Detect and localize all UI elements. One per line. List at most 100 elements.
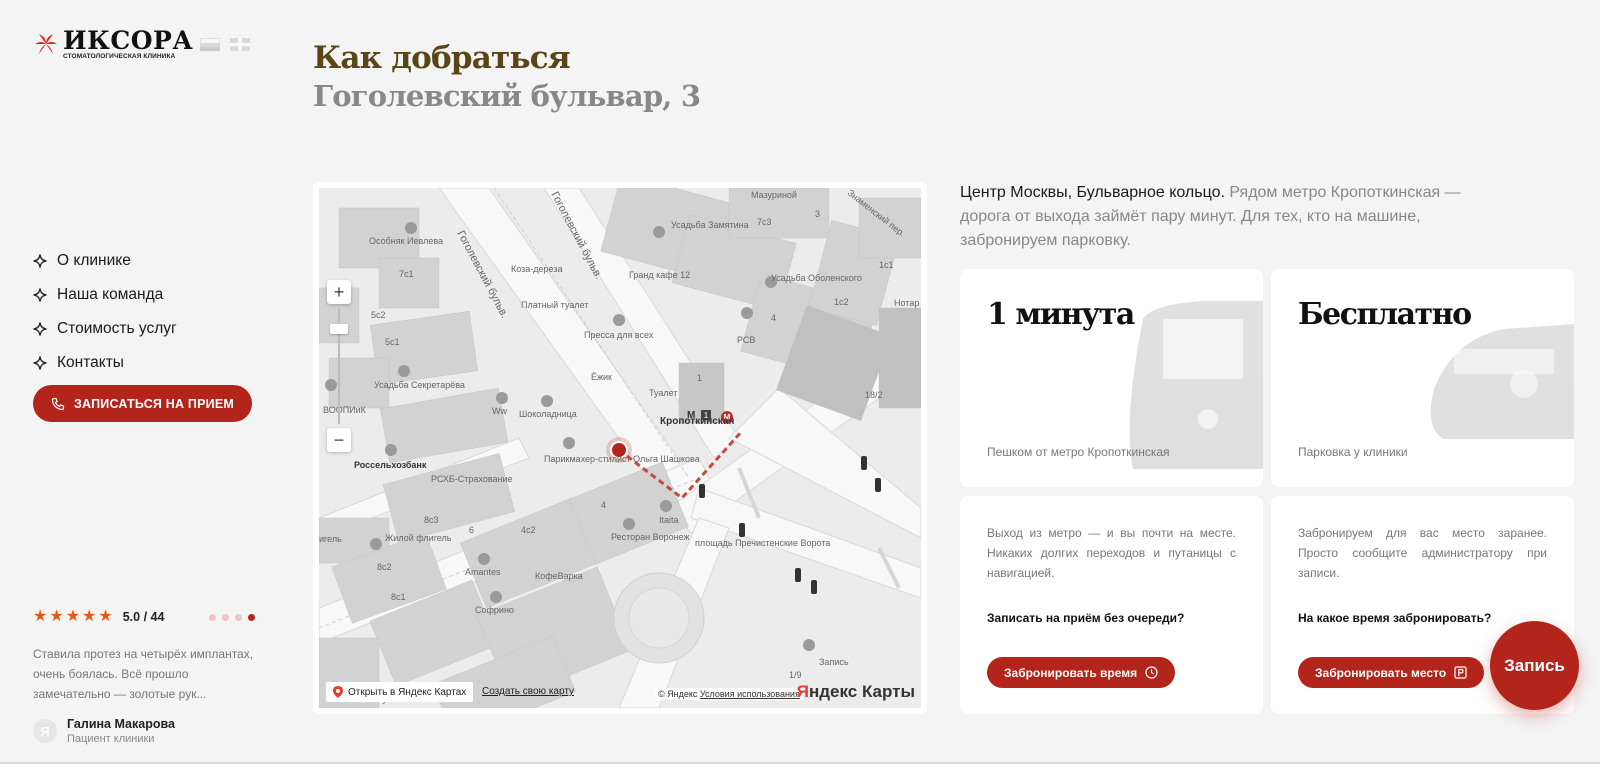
book-appointment-button[interactable]: ЗАПИСАТЬСЯ НА ПРИЕМ <box>33 385 252 422</box>
map-label: 5с2 <box>371 310 386 320</box>
map-label: Шоколадница <box>519 409 577 419</box>
map-label: Гранд кафе 12 <box>629 270 690 280</box>
parking-card: Бесплатно Парковка у клиники <box>1271 269 1574 487</box>
zoom-slider-handle[interactable] <box>330 324 348 334</box>
copyright-text: © Яндекс <box>658 689 698 699</box>
map-zoom-control: + − <box>327 280 351 452</box>
sparkle-icon <box>33 322 47 336</box>
zoom-slider[interactable] <box>330 308 348 424</box>
metro-booking-card: Выход из метро — и вы почти на месте. Ни… <box>960 496 1263 714</box>
map-label: 4с2 <box>521 525 536 535</box>
map-label: 1с1 <box>879 260 894 270</box>
star-icon: ★ <box>65 608 81 625</box>
open-in-yandex-maps-link[interactable]: Открыть в Яндекс Картах <box>326 682 474 702</box>
nav-item-contacts[interactable]: Контакты <box>33 346 177 380</box>
parking-price: Бесплатно <box>1298 297 1472 332</box>
address-subtitle: Гоголевский бульвар, 3 <box>313 79 701 113</box>
map-label: Пресса для всех <box>584 330 654 340</box>
sparkle-icon <box>33 288 47 302</box>
nav-item-team[interactable]: Наша команда <box>33 278 177 312</box>
map-label: 4 <box>601 500 606 510</box>
yandex-logo-letter: Я <box>796 682 809 701</box>
yandex-maps-logo: Яндекс Карты <box>797 682 915 702</box>
flag-ru-icon[interactable] <box>200 38 220 51</box>
map-label: Платный туалет <box>521 300 588 310</box>
nav-item-label: Контакты <box>57 354 124 371</box>
terms-link[interactable]: Условия использования <box>700 689 800 699</box>
map-label: Жилой флигель <box>385 533 452 543</box>
zoom-in-button[interactable]: + <box>327 280 351 304</box>
map-label: Туалет <box>649 388 677 398</box>
nav-item-prices[interactable]: Стоимость услуг <box>33 312 177 346</box>
map-label: КофеВарка <box>535 571 583 581</box>
metro-train-image <box>1129 301 1263 469</box>
map-label: 8с1 <box>391 592 406 602</box>
sparkle-icon <box>33 254 47 268</box>
review-pagination <box>209 613 255 621</box>
map-label: игель <box>319 534 342 544</box>
metro-description: Выход из метро — и вы почти на месте. Ни… <box>987 526 1236 580</box>
flag-en-icon[interactable] <box>230 38 250 51</box>
book-appointment-label: ЗАПИСАТЬСЯ НА ПРИЕМ <box>74 396 234 411</box>
open-in-yandex-maps-label: Открыть в Яндекс Картах <box>348 686 467 698</box>
logo[interactable]: ИКСОРА СТОМАТОЛОГИЧЕСКАЯ КЛИНИКА <box>33 28 193 61</box>
map-pin-icon <box>333 686 343 698</box>
page-title: Как добраться <box>313 40 571 76</box>
map-label: Запись <box>819 657 849 667</box>
book-parking-label: Забронировать место <box>1315 665 1447 680</box>
reviewer-role: Пациент клиники <box>67 733 155 745</box>
map-canvas[interactable]: М 1 М Гоголевский бульв. Гоголевский бул… <box>319 188 921 708</box>
map-label: Парикмахер-стилист Ольга Шашкова <box>544 454 700 464</box>
map-label: 8с2 <box>377 562 392 572</box>
map-label: Усадьба Оболенского <box>771 273 862 283</box>
logo-subtitle: СТОМАТОЛОГИЧЕСКАЯ КЛИНИКА <box>63 53 176 60</box>
map-copyright: © Яндекс Условия использования <box>655 688 803 700</box>
map-label: Усадьба Замятина <box>671 220 749 230</box>
map-label: РСХБ-Страхование <box>431 474 513 484</box>
zoom-out-button[interactable]: − <box>327 428 351 452</box>
rating-value: 5.0 / 44 <box>122 610 165 624</box>
map-label: 1с2 <box>834 297 849 307</box>
pagination-dot-active[interactable] <box>248 613 255 621</box>
star-icon: ★ <box>49 608 64 625</box>
book-time-button[interactable]: Забронировать время <box>987 657 1176 688</box>
review-widget: ★ ★ ★ ★ ★ 5.0 / 44 Ставила протез на чет… <box>33 609 255 745</box>
map-label: площадь Пречистенские Ворота <box>695 538 830 548</box>
nav-item-label: Стоимость услуг <box>57 320 177 337</box>
pagination-dot[interactable] <box>222 613 229 621</box>
pagination-dot[interactable] <box>209 613 216 621</box>
map-label: Ресторан Воронеж <box>611 532 690 542</box>
create-map-link[interactable]: Создать свою карту <box>482 686 574 697</box>
map-label: Россельхозбанк <box>354 460 427 470</box>
clock-icon <box>1145 666 1158 679</box>
rating-stars: ★ ★ ★ ★ ★ <box>33 609 113 625</box>
nav-item-label: О клинике <box>57 252 131 269</box>
map-label: Ёжик <box>591 372 612 382</box>
star-icon: ★ <box>98 608 113 625</box>
booking-fab-button[interactable]: Запись <box>1490 621 1579 710</box>
star-icon: ★ <box>33 608 48 625</box>
yandex-map[interactable]: М 1 М Гоголевский бульв. Гоголевский бул… <box>319 188 921 708</box>
location-intro-strong: Центр Москвы, Бульварное кольцо. <box>960 184 1225 201</box>
nav-item-about[interactable]: О клинике <box>33 244 177 278</box>
map-label: Amantes <box>465 567 501 577</box>
metro-question: Записать на приём без очереди? <box>987 611 1185 625</box>
book-time-label: Забронировать время <box>1004 665 1138 680</box>
page: ИКСОРА СТОМАТОЛОГИЧЕСКАЯ КЛИНИКА О клини… <box>0 0 1600 764</box>
map-label: Ww <box>492 406 507 416</box>
map-label: Нотар <box>894 298 919 308</box>
walk-time: 1 минута <box>987 297 1135 332</box>
yandex-logo-text: ндекс Карты <box>808 682 915 701</box>
map-label: Коза-дереза <box>511 264 562 274</box>
map-label: Мазуриной <box>751 190 797 200</box>
metro-card: 1 минута Пешком от метро Кропоткинская <box>960 269 1263 487</box>
map-label: 1 <box>697 373 702 383</box>
map-label: 18/2 <box>865 390 883 400</box>
map-label: 6 <box>469 525 474 535</box>
reviewer: Я Галина Макарова Пациент клиники <box>33 717 255 745</box>
pagination-dot[interactable] <box>235 613 242 621</box>
map-label: 5с1 <box>385 337 400 347</box>
parking-question: На какое время забронировать? <box>1298 611 1492 625</box>
book-parking-button[interactable]: Забронировать место <box>1298 657 1485 688</box>
phone-icon <box>51 397 65 410</box>
